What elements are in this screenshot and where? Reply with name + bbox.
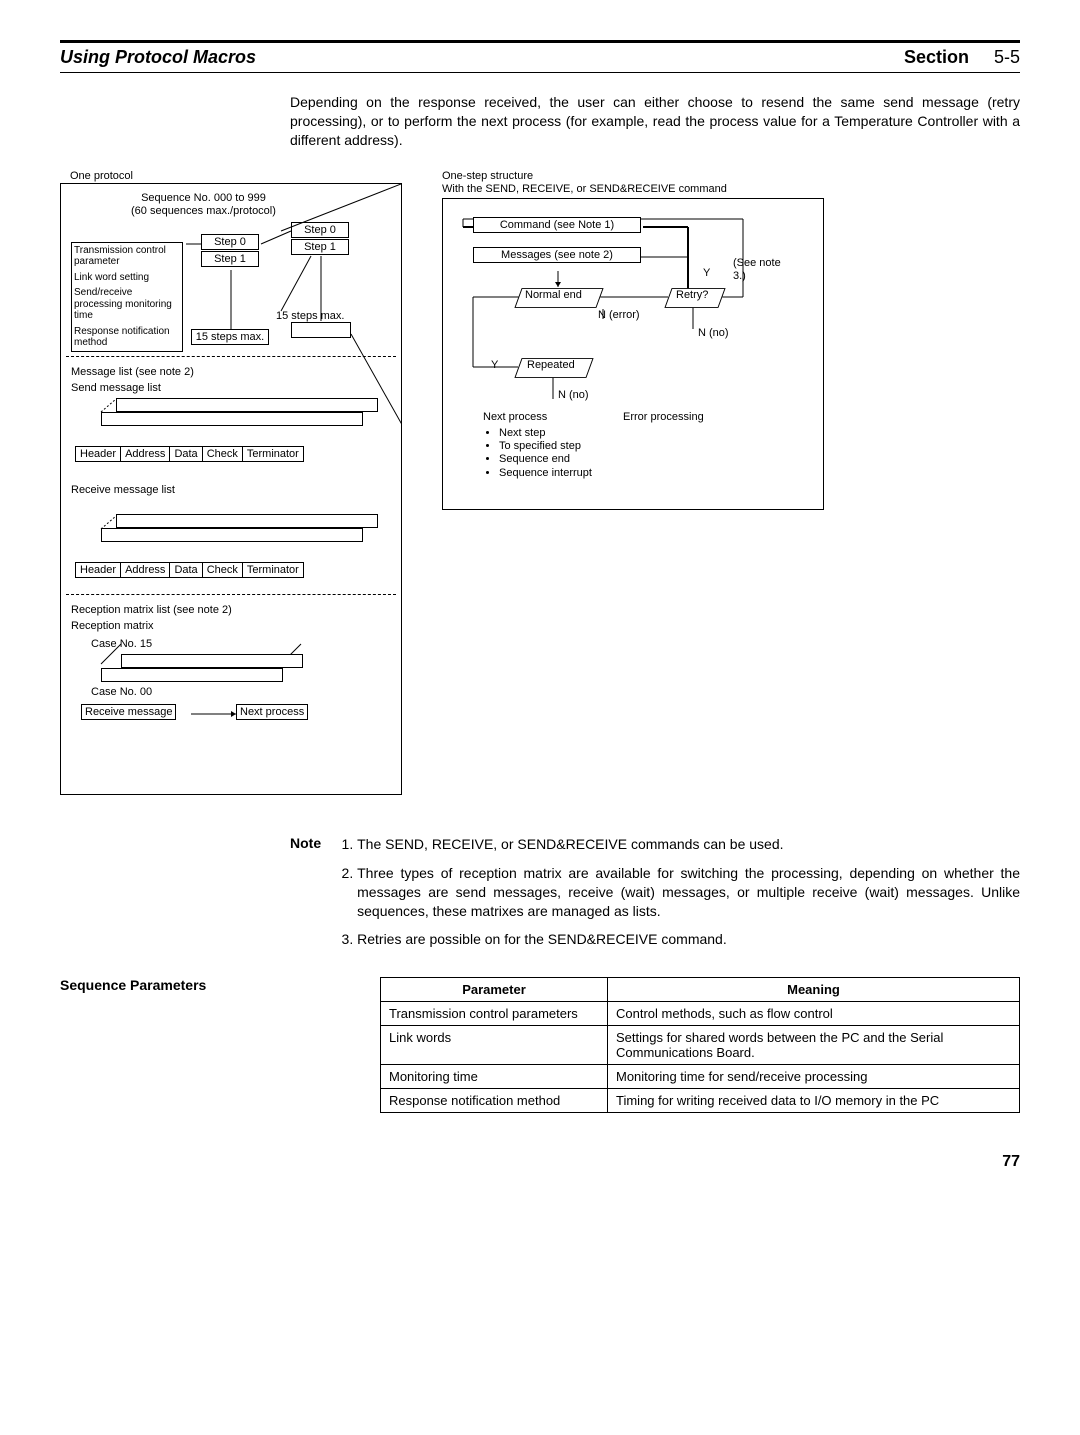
note-3: Retries are possible on for the SEND&REC… [357, 930, 1020, 949]
seq-params-table: Parameter Meaning Transmission control p… [380, 977, 1020, 1113]
th-meaning: Meaning [608, 978, 1020, 1002]
page-header: Using Protocol Macros Section 5-5 [60, 40, 1020, 73]
left-diagram: Sequence No. 000 to 999 (60 sequences ma… [60, 183, 402, 795]
right-diagram-wrap: One-step structure With the SEND, RECEIV… [442, 170, 824, 795]
table-row: Monitoring time Monitoring time for send… [381, 1065, 1020, 1089]
note-1: The SEND, RECEIVE, or SEND&RECEIVE comma… [357, 835, 1020, 854]
th-parameter: Parameter [381, 978, 608, 1002]
recv-msg-fields: Header Address Data Check Terminator [75, 562, 304, 578]
note-label: Note [290, 835, 321, 959]
note-2: Three types of reception matrix are avai… [357, 864, 1020, 921]
table-row: Link words Settings for shared words bet… [381, 1026, 1020, 1065]
one-protocol-label: One protocol [70, 170, 402, 183]
seq-params-title: Sequence Parameters [60, 977, 290, 993]
left-diagram-wrap: One protocol Sequence No. 000 to 999 (60… [60, 170, 402, 795]
notes: Note The SEND, RECEIVE, or SEND&RECEIVE … [290, 835, 1020, 959]
table-row: Transmission control parameters Control … [381, 1002, 1020, 1026]
right-diagram: Command (see Note 1) Messages (see note … [442, 198, 824, 510]
diagrams: One protocol Sequence No. 000 to 999 (60… [60, 170, 1020, 795]
send-msg-fields: Header Address Data Check Terminator [75, 446, 304, 462]
table-row: Response notification method Timing for … [381, 1089, 1020, 1113]
header-title: Using Protocol Macros [60, 47, 256, 68]
intro-paragraph: Depending on the response received, the … [290, 93, 1020, 150]
header-section: Section 5-5 [904, 47, 1020, 68]
page-number: 77 [60, 1153, 1020, 1171]
sequence-params-section: Sequence Parameters Parameter Meaning Tr… [60, 977, 1020, 1113]
